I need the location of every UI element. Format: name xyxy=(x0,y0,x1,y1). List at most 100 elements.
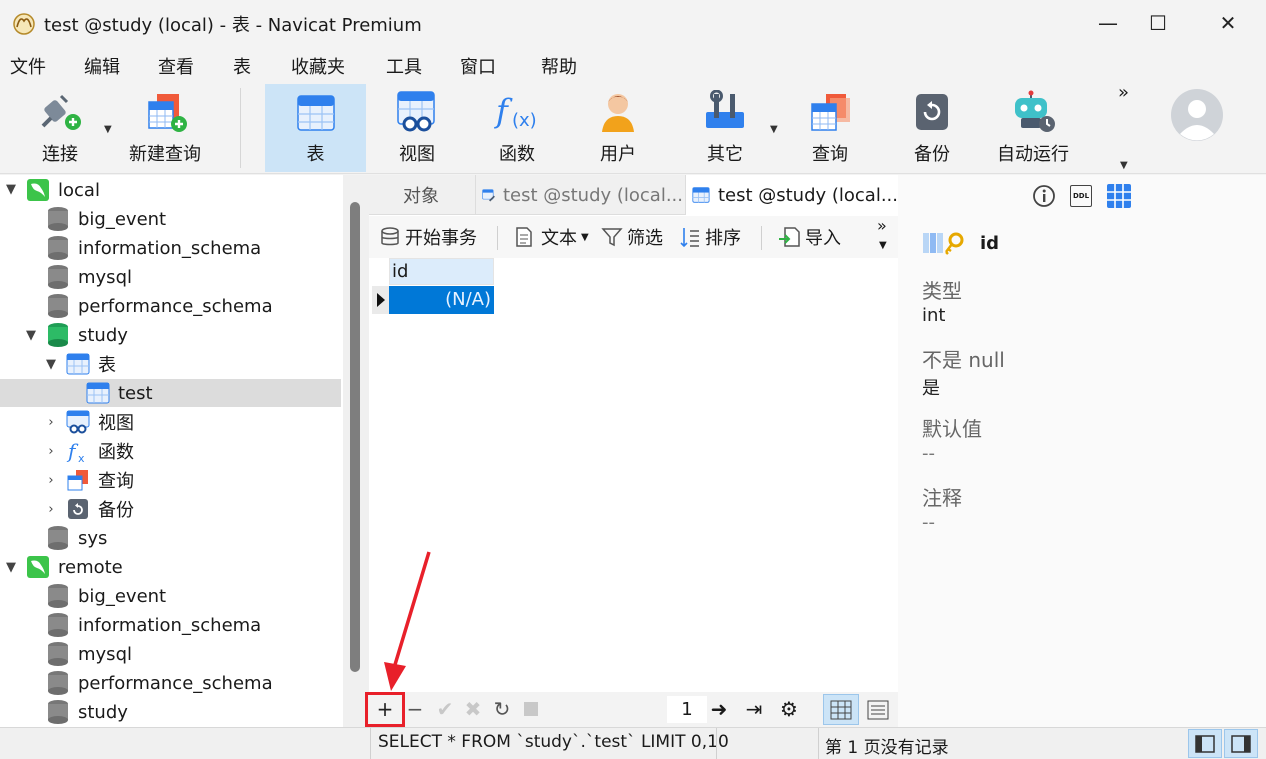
import-button[interactable]: 导入 xyxy=(777,224,841,250)
import-label: 导入 xyxy=(805,228,841,249)
new-query-icon xyxy=(148,94,187,132)
automation-button[interactable]: 自动运行 xyxy=(990,84,1076,172)
columns-view-icon[interactable] xyxy=(1106,183,1132,209)
tree-group-views[interactable]: 视图 xyxy=(0,408,343,436)
tab-test-2[interactable]: test @study (local... xyxy=(685,175,898,215)
apply-changes-button[interactable]: ✔ xyxy=(432,696,458,722)
right-panel-icon xyxy=(1231,734,1251,753)
tree-db-performance_schema[interactable]: performance_schema xyxy=(0,292,343,320)
filter-button[interactable]: 筛选 xyxy=(601,224,663,250)
tab-test-1[interactable]: test @study (local... xyxy=(475,175,683,215)
tree-db-sys[interactable]: sys xyxy=(0,524,343,552)
backup-icon xyxy=(68,499,88,519)
toggle-right-panel-button[interactable] xyxy=(1224,729,1258,758)
tree-group-functions[interactable]: fx 函数 xyxy=(0,437,343,465)
tree-group-queries[interactable]: 查询 xyxy=(0,466,343,494)
query-button[interactable]: 查询 xyxy=(790,84,870,172)
function-label: 函数 xyxy=(499,144,535,165)
tree-connection-remote[interactable]: remote xyxy=(0,553,343,581)
refresh-button[interactable]: ↻ xyxy=(489,696,515,722)
subtoolbar-more-button[interactable]: » xyxy=(877,216,887,235)
row-indicator[interactable] xyxy=(372,286,389,314)
tree-db-mysql[interactable]: mysql xyxy=(0,263,343,291)
toolbar-more-dropdown-icon[interactable]: ▼ xyxy=(1120,160,1128,171)
status-divider xyxy=(818,728,819,759)
tree-db-remote-study[interactable]: study xyxy=(0,698,343,726)
menu-edit[interactable]: 编辑 xyxy=(84,53,120,79)
view-icon xyxy=(66,410,90,434)
column-header-id[interactable]: id xyxy=(389,258,494,285)
begin-transaction-button[interactable]: 开始事务 xyxy=(379,224,477,250)
next-page-button[interactable]: ➜ xyxy=(706,696,732,722)
stop-button[interactable] xyxy=(518,696,544,722)
grid-cell-id[interactable]: (N/A) xyxy=(389,286,494,314)
last-page-button[interactable]: ⇥ xyxy=(741,696,767,722)
tree-label: study xyxy=(78,701,128,723)
menu-table[interactable]: 表 xyxy=(233,53,251,79)
tree-group-tables[interactable]: 表 xyxy=(0,350,343,378)
tree-db-remote-big_event[interactable]: big_event xyxy=(0,582,343,610)
tree-db-study[interactable]: study xyxy=(0,321,343,349)
status-sql: SELECT * FROM `study`.`test` LIMIT 0,10 xyxy=(378,732,729,752)
table-button[interactable]: 表 xyxy=(265,84,366,172)
tree-label: 备份 xyxy=(98,500,134,521)
view-button[interactable]: 视图 xyxy=(372,84,462,172)
tree-db-remote-performance_schema[interactable]: performance_schema xyxy=(0,669,343,697)
not-null-label: 不是 null xyxy=(922,348,1005,372)
tree-group-backups[interactable]: 备份 xyxy=(0,495,343,523)
toolbar-more-button[interactable]: » xyxy=(1118,82,1129,103)
left-panel-icon xyxy=(1195,734,1215,753)
tab-objects[interactable]: 对象 xyxy=(369,175,473,215)
table-label: 表 xyxy=(306,144,325,165)
tree-connection-local[interactable]: local xyxy=(0,176,343,204)
function-button[interactable]: f (x) 函数 xyxy=(472,84,562,172)
tree-db-remote-mysql[interactable]: mysql xyxy=(0,640,343,668)
tree-scrollbar[interactable] xyxy=(343,175,369,727)
maximize-button[interactable]: ☐ xyxy=(1138,8,1178,38)
text-view-button[interactable]: 文本 ▼ xyxy=(513,224,589,250)
connection-tree: ▼ local big_event information_schema mys… xyxy=(0,175,343,727)
tree-table-test[interactable]: test xyxy=(0,379,341,407)
tree-label: 查询 xyxy=(98,471,134,492)
subtoolbar-more-dropdown-icon[interactable]: ▼ xyxy=(879,240,887,251)
user-label: 用户 xyxy=(600,144,636,165)
discard-changes-button[interactable]: ✖ xyxy=(460,696,486,722)
other-button[interactable]: 其它 xyxy=(682,84,768,172)
menu-help[interactable]: 帮助 xyxy=(541,53,577,79)
mysql-connection-icon xyxy=(27,179,49,201)
type-value: int xyxy=(922,305,946,326)
page-number-input[interactable]: 1 xyxy=(667,696,707,723)
settings-button[interactable]: ⚙ xyxy=(776,696,802,722)
tree-db-big_event[interactable]: big_event xyxy=(0,205,343,233)
toggle-left-panel-button[interactable] xyxy=(1188,729,1222,758)
minimize-button[interactable]: — xyxy=(1088,8,1128,38)
menu-favorites[interactable]: 收藏夹 xyxy=(291,53,345,79)
close-button[interactable]: ✕ xyxy=(1208,8,1248,38)
tree-db-information_schema[interactable]: information_schema xyxy=(0,234,343,262)
primary-key-column-icon xyxy=(923,232,964,255)
connect-button[interactable]: 连接 xyxy=(22,84,98,172)
menu-tools[interactable]: 工具 xyxy=(386,53,422,79)
tree-label: study xyxy=(78,324,128,346)
connect-dropdown-icon[interactable]: ▼ xyxy=(104,124,112,135)
ddl-button[interactable]: DDL xyxy=(1070,185,1092,207)
form-view-button[interactable] xyxy=(861,694,895,725)
begin-transaction-label: 开始事务 xyxy=(405,228,477,249)
menu-window[interactable]: 窗口 xyxy=(460,53,496,79)
backup-button[interactable]: 备份 xyxy=(892,84,972,172)
new-query-button[interactable]: 新建查询 xyxy=(122,84,208,172)
tree-scrollbar-thumb[interactable] xyxy=(350,202,360,672)
sort-button[interactable]: 排序 xyxy=(679,224,741,250)
table-icon xyxy=(692,187,710,203)
other-dropdown-icon[interactable]: ▼ xyxy=(770,124,778,135)
menu-view[interactable]: 查看 xyxy=(158,53,194,79)
grid-view-button[interactable] xyxy=(823,694,859,725)
new-query-label: 新建查询 xyxy=(129,144,201,165)
delete-record-button[interactable]: − xyxy=(402,696,428,722)
info-icon[interactable] xyxy=(1032,184,1056,208)
status-bar: SELECT * FROM `study`.`test` LIMIT 0,10 … xyxy=(0,727,1266,759)
menu-file[interactable]: 文件 xyxy=(10,53,46,79)
tree-db-remote-information_schema[interactable]: information_schema xyxy=(0,611,343,639)
user-button[interactable]: 用户 xyxy=(573,84,663,172)
avatar[interactable] xyxy=(1170,88,1224,142)
